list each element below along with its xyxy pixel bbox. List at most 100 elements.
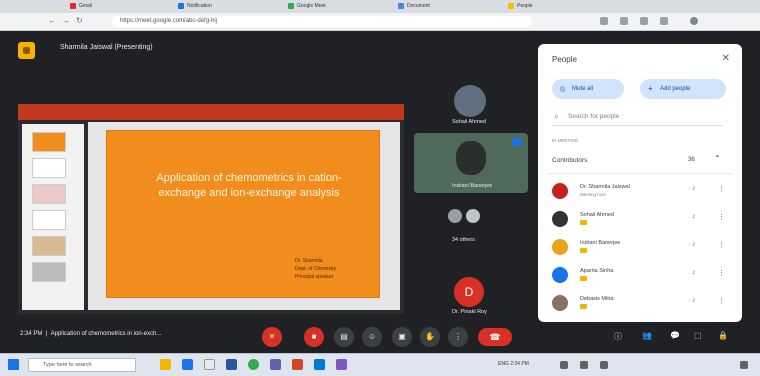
browser-tab[interactable]: Notification <box>178 1 238 12</box>
taskbar-search-input[interactable]: Type here to search <box>28 358 136 372</box>
current-slide: Application of chemometrics in cation-ex… <box>106 130 380 298</box>
camera-off-button[interactable]: ■ <box>304 327 324 347</box>
chat-icon[interactable]: 💬 <box>670 331 680 340</box>
activities-icon[interactable]: ⬚ <box>694 331 702 340</box>
extension-icon[interactable] <box>660 17 668 25</box>
mute-all-button[interactable]: ⦸ Mute all <box>552 79 624 99</box>
participant-row-name: Indrani Banerjee <box>580 240 621 246</box>
slide-thumbnail[interactable] <box>32 236 66 256</box>
search-people-input[interactable]: ⌕ Search for people <box>552 108 722 126</box>
mail-icon[interactable] <box>314 359 325 370</box>
participant-row-name: Dr. Sharmila Jaiswal <box>580 184 630 190</box>
browser-tab-strip: Gmail Notification Google Meet Document … <box>0 0 760 13</box>
network-icon[interactable] <box>560 361 568 369</box>
store-icon[interactable] <box>204 359 215 370</box>
browser-tab[interactable]: Google Meet <box>288 1 348 12</box>
participant-avatar <box>448 209 462 223</box>
participant-row[interactable]: Dr. Sharmila Jaiswal Meeting host ♪ ⋮ <box>552 180 736 204</box>
slide-thumbnail[interactable] <box>32 158 66 178</box>
browser-tab[interactable]: Gmail <box>70 1 130 12</box>
add-people-button[interactable]: + Add people <box>640 79 726 99</box>
badge-icon <box>580 220 587 225</box>
leave-call-button[interactable]: ☎ <box>478 328 512 346</box>
ppt-ribbon <box>18 104 404 120</box>
contributors-header[interactable]: Contributors 36 ⌃ <box>548 151 732 174</box>
meeting-info: 2:34 PM | Application of chemometrics in… <box>20 331 162 337</box>
people-icon[interactable]: 👥 <box>642 331 652 340</box>
profile-avatar-icon[interactable] <box>690 17 698 25</box>
mic-icon[interactable]: ♪ <box>692 185 696 192</box>
captions-button[interactable]: ▤ <box>334 327 354 347</box>
mic-icon[interactable]: ♪ <box>692 297 696 304</box>
extension-icon[interactable] <box>620 17 628 25</box>
mic-icon[interactable]: ♪ <box>692 269 696 276</box>
bell-icon <box>178 2 184 9</box>
people-icon <box>508 2 514 9</box>
slide-thumbnail[interactable] <box>32 210 66 230</box>
raise-hand-button[interactable]: ✋ <box>420 327 440 347</box>
more-options-icon[interactable]: ⋮ <box>718 241 725 249</box>
meeting-title: Application of chemometrics in ion-exch.… <box>50 331 162 337</box>
participant-row-name: Debasis Mitra <box>580 296 614 302</box>
browser-tab[interactable]: Document <box>398 1 458 12</box>
mic-icon[interactable]: ♪ <box>692 213 696 220</box>
chrome-icon[interactable] <box>248 359 259 370</box>
participant-row[interactable]: Debasis Mitra ♪ ⋮ <box>552 292 736 316</box>
more-options-icon[interactable]: ⋮ <box>718 213 725 221</box>
meeting-time: 2:34 PM <box>20 331 43 337</box>
lock-icon[interactable]: 🔒 <box>718 331 728 340</box>
battery-icon[interactable] <box>600 361 608 369</box>
slide-thumbnail[interactable] <box>32 184 66 204</box>
emoji-button[interactable]: ☺ <box>362 327 382 347</box>
back-icon[interactable]: ← <box>48 16 56 25</box>
more-options-button[interactable]: ⋮ <box>448 327 468 347</box>
edge-icon[interactable] <box>182 359 193 370</box>
info-icon[interactable]: ⓘ <box>614 331 622 342</box>
app-icon[interactable] <box>336 359 347 370</box>
badge-icon <box>580 276 587 281</box>
powerpoint-icon[interactable] <box>292 359 303 370</box>
system-tray: ENG 2:34 PM <box>498 361 529 367</box>
others-count-label: 34 others <box>452 237 475 243</box>
notifications-icon[interactable] <box>740 361 748 369</box>
mic-icon[interactable]: ♪ <box>692 241 696 248</box>
contributors-count: 36 <box>688 157 695 163</box>
search-icon: ⌕ <box>554 112 559 121</box>
slide-author-block: Dr. Sharmila Dept. of Chemistry Principa… <box>295 258 337 280</box>
avatar <box>552 239 568 255</box>
shared-screen: Application of chemometrics in cation-ex… <box>18 104 404 314</box>
forward-icon[interactable]: → <box>62 16 70 25</box>
extension-icon[interactable] <box>600 17 608 25</box>
word-icon[interactable] <box>226 359 237 370</box>
reload-icon[interactable]: ↻ <box>76 16 83 25</box>
participant-row[interactable]: Sohail Ahmed ♪ ⋮ <box>552 208 736 232</box>
teams-icon[interactable] <box>270 359 281 370</box>
participant-row-name: Sohail Ahmed <box>580 212 614 218</box>
mic-off-button[interactable]: ✕ <box>262 327 282 347</box>
address-bar[interactable]: https://meet.google.com/abc-defg-hij <box>112 16 532 27</box>
file-explorer-icon[interactable] <box>160 359 171 370</box>
chevron-up-icon[interactable]: ⌃ <box>714 154 721 163</box>
add-person-icon: + <box>648 84 653 93</box>
avatar <box>552 183 568 199</box>
participant-row[interactable]: Aparna Sinha ♪ ⋮ <box>552 264 736 288</box>
close-icon[interactable]: ✕ <box>722 53 730 64</box>
volume-icon[interactable] <box>580 361 588 369</box>
browser-tab[interactable]: People <box>508 1 568 12</box>
contributors-label: Contributors <box>552 157 588 164</box>
mute-icon: ⦸ <box>560 84 566 93</box>
presenting-label: Sharmila Jaiswal (Presenting) <box>60 44 153 51</box>
extension-icon[interactable] <box>640 17 648 25</box>
participant-row-role: Meeting host <box>580 192 606 197</box>
participant-row[interactable]: Indrani Banerjee ♪ ⋮ <box>552 236 736 260</box>
windows-start-icon[interactable] <box>8 359 19 370</box>
slide-thumbnail[interactable] <box>32 262 66 282</box>
present-button[interactable]: ▣ <box>392 327 412 347</box>
people-panel: People ✕ ⦸ Mute all + Add people ⌕ Search f… <box>538 44 742 322</box>
more-options-icon[interactable]: ⋮ <box>718 185 725 193</box>
more-options-icon[interactable]: ⋮ <box>718 297 725 305</box>
more-options-icon[interactable]: ⋮ <box>718 269 725 277</box>
participant-avatar <box>454 85 486 117</box>
slide-thumbnail[interactable] <box>32 132 66 152</box>
gmail-icon <box>70 2 76 9</box>
